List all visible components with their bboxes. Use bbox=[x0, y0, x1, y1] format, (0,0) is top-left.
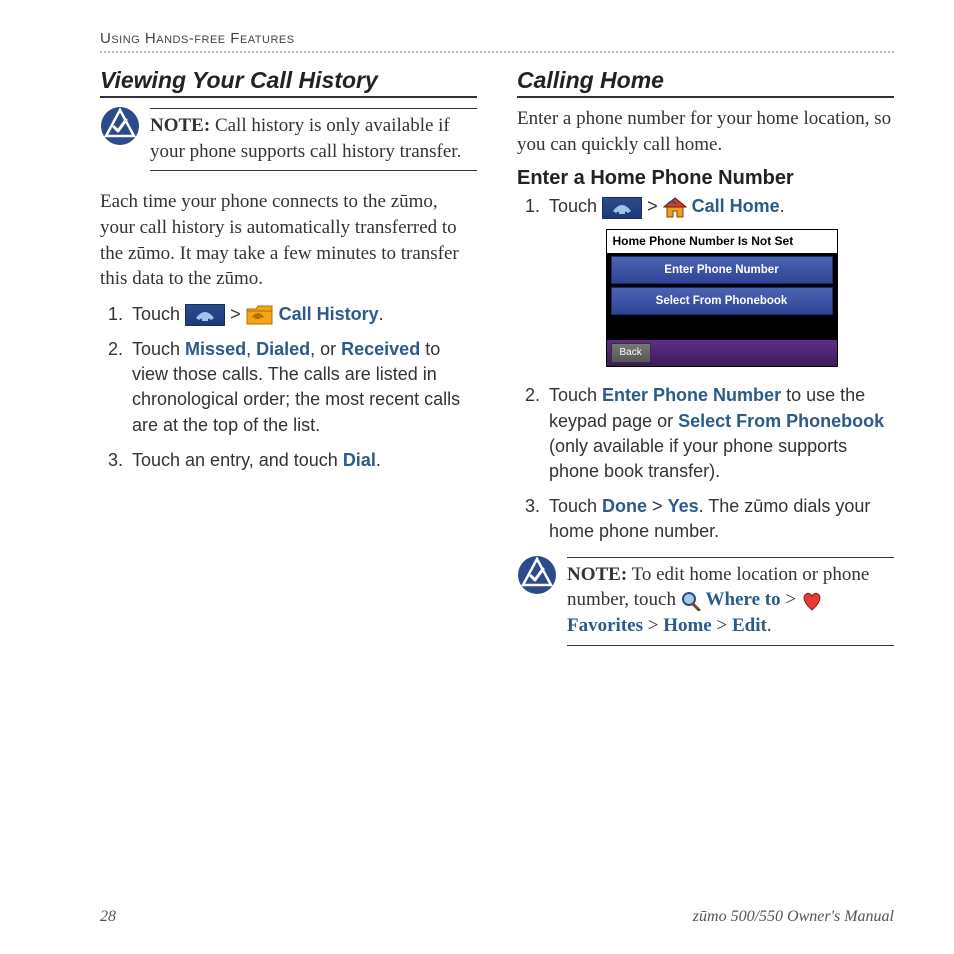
step-1: Touch > Call Home. Home Phone Number Is … bbox=[545, 194, 894, 367]
separator: > bbox=[643, 615, 663, 636]
screenshot-title: Home Phone Number Is Not Set bbox=[607, 230, 837, 253]
text: Touch bbox=[549, 385, 602, 405]
screenshot-select-phonebook-button[interactable]: Select From Phonebook bbox=[611, 287, 833, 315]
text: Touch bbox=[549, 496, 602, 516]
subheading-enter-home-number: Enter a Home Phone Number bbox=[517, 167, 894, 190]
screenshot-footer: Back bbox=[607, 340, 837, 366]
keyword-call-home: Call Home bbox=[692, 196, 780, 216]
left-column: Viewing Your Call History NOTE: Call his… bbox=[100, 67, 477, 664]
paragraph-calling-home: Enter a phone number for your home locat… bbox=[517, 106, 894, 157]
note-label: NOTE: bbox=[567, 564, 627, 585]
text: . bbox=[780, 196, 785, 216]
keyword-dial: Dial bbox=[343, 450, 376, 470]
page-number: 28 bbox=[100, 908, 116, 926]
text: Touch bbox=[549, 196, 602, 216]
keyword-yes: Yes bbox=[668, 496, 699, 516]
steps-call-history: Touch > Call History. Touch Missed, Dial… bbox=[128, 302, 477, 473]
text: . bbox=[376, 450, 381, 470]
step-3: Touch Done > Yes. The zūmo dials your ho… bbox=[545, 494, 894, 544]
note-check-icon bbox=[517, 555, 557, 595]
keyword-dialed: Dialed bbox=[256, 339, 310, 359]
running-header: Using Hands-free Features bbox=[100, 30, 894, 53]
step-3: Touch an entry, and touch Dial. bbox=[128, 448, 477, 473]
manual-page: Using Hands-free Features Viewing Your C… bbox=[0, 0, 954, 954]
text: , or bbox=[310, 339, 341, 359]
magnifier-icon bbox=[681, 591, 701, 611]
step-2: Touch Enter Phone Number to use the keyp… bbox=[545, 383, 894, 484]
note-text: NOTE: To edit home location or phone num… bbox=[567, 562, 894, 639]
keyword-done: Done bbox=[602, 496, 647, 516]
separator: > bbox=[781, 589, 801, 610]
text: (only available if your phone supports p… bbox=[549, 436, 847, 481]
screenshot-back-button[interactable]: Back bbox=[611, 343, 651, 363]
keyword-edit: Edit bbox=[732, 615, 767, 636]
text: Touch an entry, and touch bbox=[132, 450, 343, 470]
keyword-received: Received bbox=[341, 339, 420, 359]
steps-calling-home: Touch > Call Home. Home Phone Number Is … bbox=[545, 194, 894, 544]
separator: > bbox=[647, 196, 663, 216]
home-icon bbox=[663, 197, 687, 219]
text: Touch bbox=[132, 339, 185, 359]
note-check-icon bbox=[100, 106, 140, 146]
separator: > bbox=[647, 496, 668, 516]
note-call-history: NOTE: Call history is only available if … bbox=[100, 106, 477, 175]
note-text: NOTE: Call history is only available if … bbox=[150, 113, 477, 164]
device-screenshot: Home Phone Number Is Not Set Enter Phone… bbox=[606, 229, 838, 367]
step-2: Touch Missed, Dialed, or Received to vie… bbox=[128, 337, 477, 438]
heart-icon bbox=[801, 591, 823, 611]
phone-icon bbox=[602, 197, 642, 219]
paragraph-call-history: Each time your phone connects to the zūm… bbox=[100, 189, 477, 292]
keyword-enter-phone-number: Enter Phone Number bbox=[602, 385, 781, 405]
page-footer: 28 zūmo 500/550 Owner's Manual bbox=[100, 908, 894, 926]
right-column: Calling Home Enter a phone number for yo… bbox=[517, 67, 894, 664]
note-edit-home: NOTE: To edit home location or phone num… bbox=[517, 555, 894, 650]
text: . bbox=[379, 304, 384, 324]
text: . bbox=[767, 615, 772, 636]
note-label: NOTE: bbox=[150, 115, 210, 136]
content-columns: Viewing Your Call History NOTE: Call his… bbox=[100, 67, 894, 664]
screenshot-enter-phone-button[interactable]: Enter Phone Number bbox=[611, 256, 833, 284]
keyword-favorites: Favorites bbox=[567, 615, 643, 636]
text: Touch bbox=[132, 304, 185, 324]
folder-icon bbox=[246, 304, 274, 326]
manual-title: zūmo 500/550 Owner's Manual bbox=[693, 908, 894, 926]
keyword-missed: Missed bbox=[185, 339, 246, 359]
section-heading-call-history: Viewing Your Call History bbox=[100, 67, 477, 98]
section-heading-calling-home: Calling Home bbox=[517, 67, 894, 98]
text: , bbox=[246, 339, 256, 359]
phone-icon bbox=[185, 304, 225, 326]
separator: > bbox=[230, 304, 246, 324]
screenshot-gap bbox=[607, 318, 837, 340]
keyword-call-history: Call History bbox=[279, 304, 379, 324]
step-1: Touch > Call History. bbox=[128, 302, 477, 327]
separator: > bbox=[712, 615, 732, 636]
keyword-home: Home bbox=[663, 615, 712, 636]
keyword-select-from-phonebook: Select From Phonebook bbox=[678, 411, 884, 431]
keyword-where-to: Where to bbox=[706, 589, 781, 610]
